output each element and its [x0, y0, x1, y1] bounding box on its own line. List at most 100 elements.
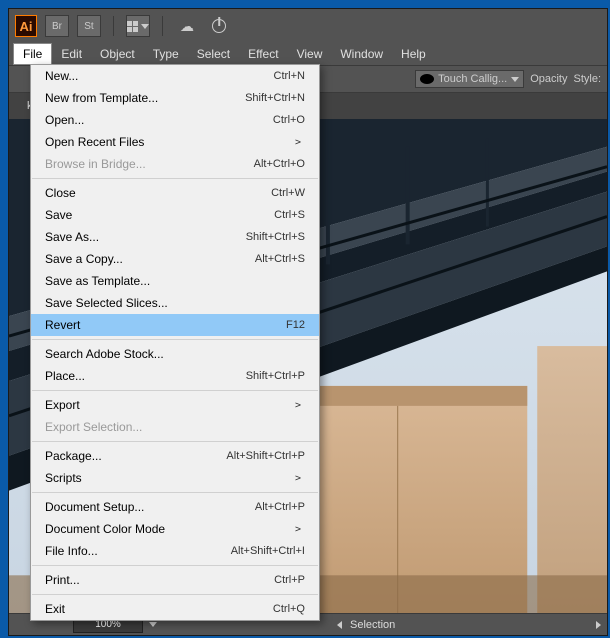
menu-item-label: Save as Template... [45, 274, 305, 288]
grid-icon [127, 21, 138, 32]
menu-separator [32, 441, 318, 442]
cloud-icon: ☁ [180, 18, 194, 35]
menu-item-place[interactable]: Place...Shift+Ctrl+P [31, 365, 319, 387]
chevron-right-icon: > [295, 473, 305, 484]
arrange-documents-button[interactable] [126, 15, 150, 37]
opacity-label[interactable]: Opacity [530, 73, 567, 85]
menu-separator [32, 178, 318, 179]
menu-item-new[interactable]: New...Ctrl+N [31, 65, 319, 87]
menu-effect[interactable]: Effect [239, 43, 287, 65]
menu-item-search-adobe-stock[interactable]: Search Adobe Stock... [31, 343, 319, 365]
menu-object[interactable]: Object [91, 43, 144, 65]
menu-item-export-selection: Export Selection... [31, 416, 319, 438]
menu-item-label: Save As... [45, 230, 246, 244]
chevron-down-icon[interactable] [149, 622, 157, 627]
menu-item-shortcut: Alt+Ctrl+O [254, 158, 305, 170]
menu-type[interactable]: Type [144, 43, 188, 65]
menu-item-label: Package... [45, 449, 226, 463]
power-icon [212, 19, 226, 33]
menu-item-label: Print... [45, 573, 274, 587]
brush-name: Touch Callig... [438, 73, 507, 85]
menu-item-label: Document Setup... [45, 500, 255, 514]
menu-edit[interactable]: Edit [52, 43, 91, 65]
menu-item-label: Export Selection... [45, 420, 305, 434]
menu-item-scripts[interactable]: Scripts> [31, 467, 319, 489]
menu-separator [32, 492, 318, 493]
separator [113, 16, 114, 36]
menu-item-save-as-template[interactable]: Save as Template... [31, 270, 319, 292]
menu-item-save-a-copy[interactable]: Save a Copy...Alt+Ctrl+S [31, 248, 319, 270]
chevron-down-icon [511, 77, 519, 82]
menu-item-label: New... [45, 69, 274, 83]
menu-separator [32, 594, 318, 595]
stock-button[interactable]: St [77, 15, 101, 37]
menu-item-save-as[interactable]: Save As...Shift+Ctrl+S [31, 226, 319, 248]
menu-item-shortcut: Alt+Shift+Ctrl+I [231, 545, 305, 557]
menu-item-shortcut: Shift+Ctrl+S [246, 231, 305, 243]
menu-view[interactable]: View [288, 43, 332, 65]
menu-item-label: Document Color Mode [45, 522, 295, 536]
style-label[interactable]: Style: [573, 73, 601, 85]
menu-item-open[interactable]: Open...Ctrl+O [31, 109, 319, 131]
menu-item-label: Scripts [45, 471, 295, 485]
menu-separator [32, 390, 318, 391]
menu-item-shortcut: F12 [286, 319, 305, 331]
bridge-button[interactable]: Br [45, 15, 69, 37]
menu-item-label: Exit [45, 602, 273, 616]
menu-item-label: Revert [45, 318, 286, 332]
menu-file[interactable]: File [13, 43, 52, 65]
menu-item-file-info[interactable]: File Info...Alt+Shift+Ctrl+I [31, 540, 319, 562]
separator [162, 16, 163, 36]
status-tool: Selection [350, 619, 395, 631]
menu-item-shortcut: Shift+Ctrl+N [245, 92, 305, 104]
menubar: File Edit Object Type Select Effect View… [9, 43, 607, 65]
arrow-left-icon[interactable] [337, 621, 342, 629]
menu-item-shortcut: Ctrl+N [274, 70, 305, 82]
menu-item-label: Save [45, 208, 274, 222]
brush-preset-dropdown[interactable]: Touch Callig... [415, 70, 524, 88]
menu-item-label: Browse in Bridge... [45, 157, 254, 171]
chevron-down-icon [141, 24, 149, 29]
menu-item-new-from-template[interactable]: New from Template...Shift+Ctrl+N [31, 87, 319, 109]
menu-separator [32, 339, 318, 340]
menu-item-label: New from Template... [45, 91, 245, 105]
menu-item-export[interactable]: Export> [31, 394, 319, 416]
menu-item-label: Export [45, 398, 295, 412]
menu-item-label: Search Adobe Stock... [45, 347, 305, 361]
menu-item-document-setup[interactable]: Document Setup...Alt+Ctrl+P [31, 496, 319, 518]
menu-item-save[interactable]: SaveCtrl+S [31, 204, 319, 226]
brush-preview-icon [420, 74, 434, 84]
chevron-right-icon: > [295, 524, 305, 535]
menu-item-label: File Info... [45, 544, 231, 558]
menu-item-label: Open... [45, 113, 273, 127]
menu-item-save-selected-slices[interactable]: Save Selected Slices... [31, 292, 319, 314]
file-menu-dropdown: New...Ctrl+NNew from Template...Shift+Ct… [30, 64, 320, 621]
menu-item-revert[interactable]: RevertF12 [31, 314, 319, 336]
menu-item-exit[interactable]: ExitCtrl+Q [31, 598, 319, 620]
menu-item-shortcut: Alt+Shift+Ctrl+P [226, 450, 305, 462]
menu-item-shortcut: Ctrl+O [273, 114, 305, 126]
menu-item-label: Close [45, 186, 271, 200]
menu-item-label: Save Selected Slices... [45, 296, 305, 310]
menu-select[interactable]: Select [188, 43, 239, 65]
menu-help[interactable]: Help [392, 43, 435, 65]
menu-item-shortcut: Ctrl+S [274, 209, 305, 221]
menu-item-print[interactable]: Print...Ctrl+P [31, 569, 319, 591]
menu-item-open-recent-files[interactable]: Open Recent Files> [31, 131, 319, 153]
menu-item-shortcut: Ctrl+Q [273, 603, 305, 615]
cloud-button[interactable]: ☁ [175, 15, 199, 37]
menu-item-shortcut: Alt+Ctrl+S [255, 253, 305, 265]
menu-window[interactable]: Window [331, 43, 392, 65]
app-logo: Ai [15, 15, 37, 37]
menu-item-shortcut: Alt+Ctrl+P [255, 501, 305, 513]
chevron-right-icon: > [295, 137, 305, 148]
titlebar: Ai Br St ☁ [9, 9, 607, 43]
chevron-right-icon: > [295, 400, 305, 411]
arrow-right-icon[interactable] [596, 621, 601, 629]
gpu-button[interactable] [207, 15, 231, 37]
menu-item-package[interactable]: Package...Alt+Shift+Ctrl+P [31, 445, 319, 467]
menu-item-document-color-mode[interactable]: Document Color Mode> [31, 518, 319, 540]
menu-item-label: Save a Copy... [45, 252, 255, 266]
menu-item-close[interactable]: CloseCtrl+W [31, 182, 319, 204]
menu-item-label: Open Recent Files [45, 135, 295, 149]
